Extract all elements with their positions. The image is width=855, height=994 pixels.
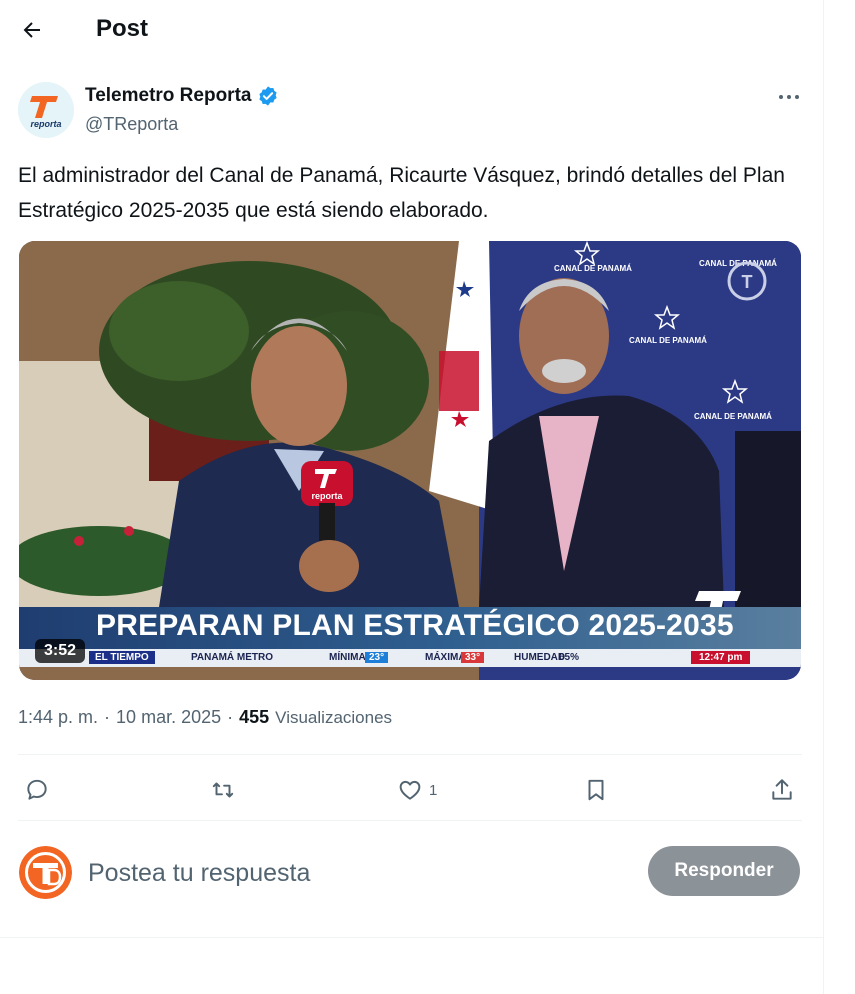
ticker-hum-label: HUMEDAD [514, 652, 566, 663]
author-name-row[interactable]: Telemetro Reporta [85, 85, 279, 107]
post-time[interactable]: 1:44 p. m. [18, 707, 98, 728]
author-avatar[interactable]: reporta [18, 82, 74, 138]
video-duration: 3:52 [35, 639, 86, 663]
reply-action[interactable] [24, 770, 56, 810]
meta-separator: · [227, 707, 234, 727]
reply-button[interactable]: Responder [648, 846, 800, 896]
ticker-hum-value: 65% [559, 652, 580, 663]
ticker-min-label: MÍNIMA [329, 652, 366, 663]
bookmark-action[interactable] [583, 770, 615, 810]
ticker-el-tiempo: EL TIEMPO [89, 651, 155, 664]
ticker-clock: 12:47 pm [691, 651, 751, 664]
post-meta: 1:44 p. m. · 10 mar. 2025 · 455 Visualiz… [18, 707, 392, 728]
column-border [823, 0, 824, 994]
views-count: 455 [239, 707, 270, 727]
page-title: Post [96, 15, 149, 42]
current-user-avatar[interactable] [19, 846, 72, 899]
ticker-city: PANAMÁ METRO [191, 652, 274, 663]
repost-action[interactable] [210, 770, 242, 810]
divider [18, 820, 802, 821]
video-player[interactable]: CANAL DE PANAMÁ CANAL DE PANAMÁ CANAL DE… [19, 241, 801, 680]
reply-icon [27, 779, 47, 800]
like-count: 1 [429, 781, 438, 799]
post-date[interactable]: 10 mar. 2025 [116, 707, 221, 728]
post-page: Post reporta Telemetro Reporta @TReporta… [0, 0, 855, 994]
author-name[interactable]: Telemetro Reporta [85, 85, 251, 107]
divider [18, 754, 802, 755]
back-button[interactable] [14, 12, 50, 48]
author-handle[interactable]: @TReporta [85, 114, 178, 135]
telemetro-logo-icon [19, 846, 72, 899]
action-bar: 1 [0, 770, 823, 810]
avatar-text: reporta [30, 119, 61, 129]
mic-text: reporta [311, 491, 343, 501]
header: Post [0, 0, 823, 62]
heart-icon [399, 780, 421, 800]
backdrop-text-1: CANAL DE PANAMÁ [554, 264, 632, 273]
meta-separator: · [104, 707, 111, 727]
more-horizontal-icon [779, 95, 799, 99]
ticker-max-value: 33° [461, 652, 485, 663]
verified-badge-icon [259, 86, 278, 106]
backdrop-text-3: CANAL DE PANAMÁ [629, 336, 707, 345]
bookmark-icon [588, 779, 604, 801]
divider [0, 937, 823, 938]
repost-icon [212, 782, 234, 798]
like-action[interactable]: 1 [397, 770, 437, 810]
share-action[interactable] [769, 770, 801, 810]
views-label: Visualizaciones [275, 708, 393, 727]
ticker-min-value: 23° [365, 652, 389, 663]
backdrop-text-4: CANAL DE PANAMÁ [694, 412, 772, 421]
share-icon [772, 779, 792, 800]
ticker-max-label: MÁXIMA [425, 652, 466, 663]
lower-third-title: PREPARAN PLAN ESTRATÉGICO 2025-2035 [96, 609, 734, 642]
more-options-button[interactable] [772, 82, 806, 112]
arrow-left-icon [23, 22, 40, 38]
weather-ticker: EL TIEMPO PANAMÁ METRO MÍNIMA 23° MÁXIMA… [19, 649, 801, 667]
reply-input[interactable] [88, 856, 628, 890]
post-text: El administrador del Canal de Panamá, Ri… [18, 164, 785, 222]
telemetro-reporta-logo: reporta [18, 82, 74, 138]
svg-text:T: T [742, 272, 753, 292]
